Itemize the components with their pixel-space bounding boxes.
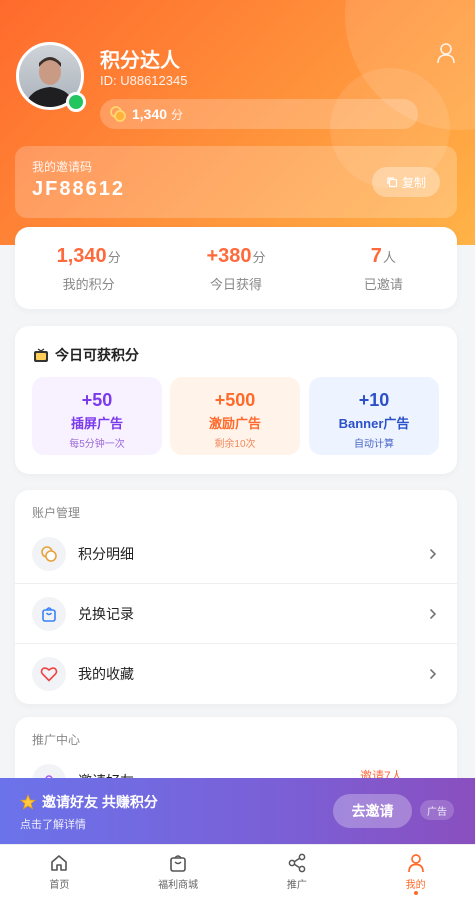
today-points-card: 今日可获积分 +50 插屏广告 每5分钟一次 +500 激励广告 剩余10次 +… — [15, 326, 457, 474]
bag-icon — [32, 596, 66, 631]
chevron-right-icon — [429, 608, 437, 619]
points-unit: 分 — [171, 107, 184, 122]
ad-amount: +50 — [81, 390, 113, 410]
ad-sub: 每5分钟一次 — [69, 439, 125, 450]
profile-settings-icon[interactable] — [436, 42, 456, 64]
invite-banner-ad[interactable]: 邀请好友 共赚积分 点击了解详情 去邀请 广告 — [0, 778, 475, 844]
chevron-right-icon — [429, 668, 437, 680]
share-icon — [288, 853, 306, 873]
stat-invited[interactable]: 7人 已邀请 — [310, 227, 457, 309]
banner-title-text: 邀请好友 共赚积分 — [42, 794, 158, 810]
menu-item-label: 兑换记录 — [78, 605, 134, 622]
coins-icon — [32, 536, 66, 571]
points-value: 1,340 — [132, 106, 168, 122]
ad-tag: 广告 — [420, 800, 454, 820]
ad-name: 插屏广告 — [70, 416, 123, 431]
go-invite-button[interactable]: 去邀请 — [333, 794, 412, 828]
stat-unit: 分 — [252, 250, 266, 265]
ad-name: Banner广告 — [338, 416, 410, 431]
stat-unit: 人 — [382, 250, 396, 265]
account-management-card: 账户管理 积分明细 兑换记录 我的收藏 — [15, 490, 457, 704]
tab-label: 首页 — [49, 880, 70, 891]
ad-rewarded[interactable]: +500 激励广告 剩余10次 — [170, 377, 300, 455]
ad-banner[interactable]: +10 Banner广告 自动计算 — [309, 377, 439, 455]
tab-label: 推广 — [286, 880, 307, 891]
stat-label: 已邀请 — [363, 277, 403, 292]
stat-label: 我的积分 — [62, 277, 115, 292]
today-title: 今日可获积分 — [33, 345, 139, 365]
menu-item-label: 我的收藏 — [78, 666, 134, 682]
ad-interstitial[interactable]: +50 插屏广告 每5分钟一次 — [32, 377, 162, 455]
points-pill[interactable]: 1,340 分 — [100, 99, 418, 129]
heart-icon — [32, 657, 66, 691]
tab-label: 福利商城 — [158, 880, 199, 891]
menu-item-label: 积分明细 — [78, 545, 134, 562]
tab-mine[interactable]: 我的 — [356, 845, 475, 898]
stats-card: 1,340分 我的积分 +380分 今日获得 7人 已邀请 — [15, 227, 457, 309]
user-name: 积分达人 — [100, 50, 180, 72]
chevron-right-icon — [429, 548, 437, 559]
invite-label: 我的邀请码 — [32, 160, 93, 174]
shop-bag-icon — [170, 855, 186, 872]
copy-icon — [387, 177, 398, 188]
user-id: ID: U88612345 — [100, 73, 188, 88]
user-icon — [407, 854, 424, 873]
profile-header: 积分达人 ID: U88612345 1,340 分 我的邀请码 JF88612… — [0, 0, 475, 245]
tab-shop[interactable]: 福利商城 — [119, 845, 238, 898]
stat-unit: 分 — [107, 250, 121, 265]
invite-code: JF88612 — [32, 178, 125, 200]
stat-value: 1,340 — [56, 245, 107, 267]
banner-subtitle: 点击了解详情 — [20, 819, 86, 831]
tv-icon — [34, 347, 48, 362]
stat-my-points[interactable]: 1,340分 我的积分 — [15, 227, 162, 309]
stat-value: 7 — [370, 245, 382, 267]
tab-label: 我的 — [405, 880, 426, 891]
ad-sub: 自动计算 — [354, 439, 394, 450]
ad-sub: 剩余10次 — [214, 439, 256, 450]
ad-amount: +500 — [214, 390, 256, 410]
online-status-indicator — [66, 92, 86, 112]
ad-amount: +10 — [358, 390, 390, 410]
menu-item-points-detail[interactable]: 积分明细 — [15, 524, 457, 584]
tab-home[interactable]: 首页 — [0, 845, 119, 898]
today-title-text: 今日可获积分 — [55, 347, 139, 363]
tab-promote[interactable]: 推广 — [238, 845, 357, 898]
stat-value: +380 — [206, 245, 252, 267]
menu-item-favorites[interactable]: 我的收藏 — [15, 644, 457, 704]
ad-name: 激励广告 — [208, 416, 261, 431]
star-icon — [20, 794, 36, 810]
menu-item-redeem-records[interactable]: 兑换记录 — [15, 584, 457, 644]
home-icon — [51, 855, 68, 871]
copy-label: 复制 — [401, 175, 426, 190]
active-tab-indicator — [413, 891, 418, 895]
banner-title: 邀请好友 共赚积分 — [20, 792, 158, 812]
copy-button[interactable]: 复制 — [372, 167, 440, 197]
invite-code-card: 我的邀请码 JF88612 复制 — [15, 146, 457, 218]
stat-label: 今日获得 — [209, 277, 262, 292]
bottom-tab-bar: 首页 福利商城 推广 我的 — [0, 844, 475, 898]
coins-icon — [110, 106, 126, 122]
avatar-container[interactable] — [16, 42, 86, 112]
section-title: 推广中心 — [32, 733, 81, 747]
stat-today-earned[interactable]: +380分 今日获得 — [162, 227, 309, 309]
section-title: 账户管理 — [32, 506, 81, 520]
